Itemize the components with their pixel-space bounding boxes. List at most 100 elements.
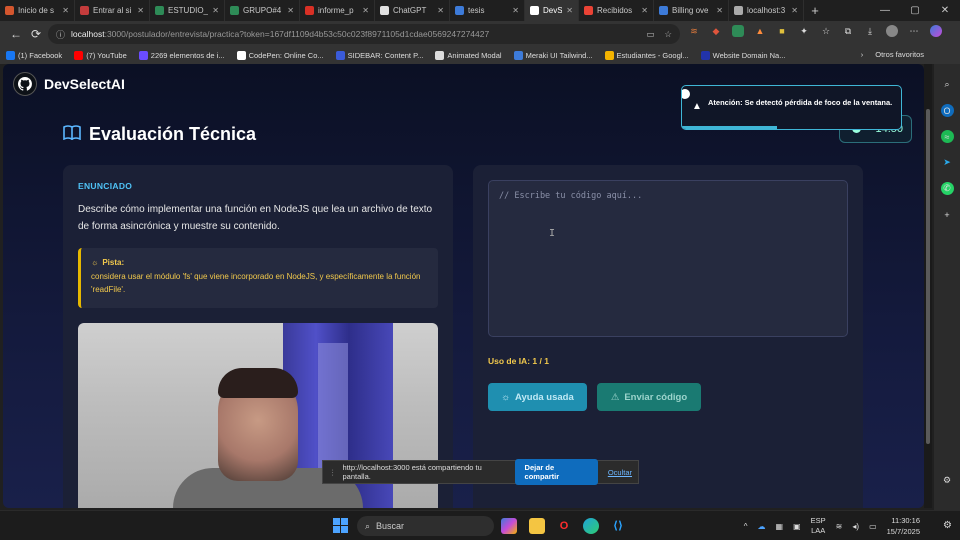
outlook-icon[interactable]: O <box>940 104 954 117</box>
tab-close-icon[interactable]: ✕ <box>566 6 573 15</box>
url-bar[interactable]: ⓘ localhost:3000/postulador/entrevista/p… <box>48 24 680 44</box>
extension-shield-icon[interactable]: ◆ <box>710 25 722 37</box>
minimize-icon[interactable]: — <box>870 0 900 21</box>
tab-close-icon[interactable]: ✕ <box>137 6 144 15</box>
taskbar-search[interactable]: ⌕ Buscar <box>357 516 494 536</box>
warning-icon: ⚠ <box>610 391 620 403</box>
more-menu-icon[interactable]: ⋯ <box>908 25 920 37</box>
browser-tab[interactable]: ESTUDIO_ ✕ <box>150 0 225 21</box>
browser-tab[interactable]: ChatGPT ✕ <box>375 0 450 21</box>
search-icon[interactable]: ⌕ <box>941 78 954 91</box>
notification-settings-icon[interactable]: ⚙ <box>943 520 952 531</box>
tab-close-icon[interactable]: ✕ <box>791 6 798 15</box>
lightbulb-icon: ☼ <box>91 258 99 267</box>
extensions-icon[interactable]: ✦ <box>798 25 810 37</box>
bookmark-item[interactable]: (7) YouTube <box>74 51 127 60</box>
spotify-icon[interactable]: ≈ <box>940 130 954 143</box>
help-button[interactable]: ☼ Ayuda usada <box>488 383 587 411</box>
wifi-icon[interactable]: ≋ <box>836 522 843 531</box>
page-title: Evaluación Técnica <box>63 124 256 145</box>
tab-title: GRUPO#4 <box>243 6 282 15</box>
copilot-icon[interactable] <box>930 25 942 37</box>
browser-tab[interactable]: DevS ✕ <box>525 0 579 21</box>
chevron-right-icon[interactable]: › <box>861 50 864 59</box>
sidebar-settings-icon[interactable]: ⚙ <box>941 474 954 487</box>
network-status-icon[interactable]: ▦ <box>776 522 784 531</box>
browser-tab[interactable]: Inicio de s ✕ <box>0 0 75 21</box>
tab-close-icon[interactable]: ✕ <box>212 6 219 15</box>
browser-tab[interactable]: Billing ove ✕ <box>654 0 729 21</box>
battery-icon[interactable]: ▭ <box>869 522 877 531</box>
tab-close-icon[interactable]: ✕ <box>641 6 648 15</box>
statement-label: ENUNCIADO <box>78 181 133 191</box>
tab-favicon-icon <box>734 6 743 15</box>
page-scrollbar[interactable] <box>924 64 932 508</box>
clock[interactable]: 11:30:16 15/7/2025 <box>887 515 920 537</box>
browser-tab[interactable]: GRUPO#4 ✕ <box>225 0 300 21</box>
extension-key-icon[interactable]: ■ <box>776 25 788 37</box>
bookmark-item[interactable]: Meraki UI Tailwind... <box>513 51 593 60</box>
browser-tab[interactable]: Entrar al si ✕ <box>75 0 150 21</box>
send-code-button[interactable]: ⚠ Enviar código <box>597 383 701 411</box>
bookmark-item[interactable]: CodePen: Online Co... <box>236 51 324 60</box>
hide-share-bar-link[interactable]: Ocultar <box>608 468 632 477</box>
browser-tab[interactable]: informe_p ✕ <box>300 0 375 21</box>
chevron-up-icon[interactable]: ^ <box>744 522 748 531</box>
bookmark-item[interactable]: Estudiantes - Googl... <box>604 51 689 60</box>
favorite-star-icon[interactable]: ☆ <box>664 29 672 40</box>
edge-icon[interactable] <box>583 518 599 534</box>
bookmark-favicon-icon <box>138 51 148 60</box>
profile-avatar[interactable] <box>886 25 898 37</box>
bookmark-item[interactable]: Animated Modal <box>435 51 502 60</box>
stop-sharing-button[interactable]: Dejar de compartir <box>514 459 598 485</box>
scrollbar-thumb[interactable] <box>926 109 930 444</box>
info-icon[interactable]: ⓘ <box>56 28 65 41</box>
screen-share-icon[interactable]: ▭ <box>646 29 654 40</box>
extension-wave-icon[interactable]: ≋ <box>688 25 700 37</box>
reload-icon[interactable]: ⟳ <box>26 27 46 41</box>
download-icon[interactable]: ⤓ <box>864 25 876 37</box>
bookmark-label: Website Domain Na... <box>712 51 786 60</box>
favorites-icon[interactable]: ☆ <box>820 25 832 37</box>
tab-close-icon[interactable]: ✕ <box>512 6 519 15</box>
file-explorer-icon[interactable] <box>529 518 545 534</box>
vscode-icon[interactable]: ⟨⟩ <box>610 518 626 534</box>
tab-close-icon[interactable]: ✕ <box>362 6 369 15</box>
app-logo[interactable]: DevSelectAI <box>13 72 125 96</box>
language-indicator[interactable]: ESP LAA <box>811 516 826 536</box>
code-editor[interactable]: // Escribe tu código aquí... I <box>488 180 848 337</box>
search-icon: ⌕ <box>365 520 371 531</box>
new-tab-icon[interactable]: + <box>804 3 826 18</box>
statement-text: Describe cómo implementar una función en… <box>78 204 433 232</box>
copilot-app-icon[interactable] <box>501 518 517 534</box>
bookmark-item[interactable]: SIDEBAR: Content P... <box>335 51 423 60</box>
browser-tab[interactable]: Recibidos ✕ <box>579 0 654 21</box>
tab-close-icon[interactable]: ✕ <box>716 6 723 15</box>
tab-close-icon[interactable]: ✕ <box>62 6 69 15</box>
windows-start-icon[interactable] <box>333 518 348 533</box>
close-icon[interactable]: ✕ <box>930 0 960 21</box>
browser-tab[interactable]: tesis ✕ <box>450 0 525 21</box>
onedrive-icon[interactable]: ☁ <box>758 522 766 531</box>
add-sidebar-icon[interactable]: + <box>941 208 954 221</box>
drag-handle-icon[interactable]: ⋮ <box>329 468 337 477</box>
tab-close-icon[interactable]: ✕ <box>287 6 294 15</box>
clipboard-icon[interactable]: ▣ <box>793 522 801 531</box>
tab-close-icon[interactable]: ✕ <box>437 6 444 15</box>
bookmark-item[interactable]: Website Domain Na... <box>700 51 786 60</box>
other-favorites[interactable]: Otros favoritos <box>875 50 924 59</box>
whatsapp-icon[interactable]: ✆ <box>940 182 954 195</box>
extension-brave-icon[interactable]: ▲ <box>754 25 766 37</box>
extension-green-icon[interactable] <box>732 25 744 37</box>
maximize-icon[interactable]: ▢ <box>900 0 930 21</box>
ai-usage-counter: Uso de IA: 1 / 1 <box>488 356 549 366</box>
tab-title: tesis <box>468 6 485 15</box>
bookmark-item[interactable]: 2269 elementos de i... <box>138 51 225 60</box>
browser-tab[interactable]: localhost:3 ✕ <box>729 0 804 21</box>
volume-icon[interactable]: ◂) <box>852 522 859 531</box>
telegram-icon[interactable]: ➤ <box>941 156 954 169</box>
back-icon[interactable]: ← <box>6 27 26 41</box>
collections-icon[interactable]: ⧉ <box>842 25 854 37</box>
bookmark-item[interactable]: (1) Facebook <box>6 51 62 60</box>
opera-icon[interactable]: O <box>556 518 572 534</box>
